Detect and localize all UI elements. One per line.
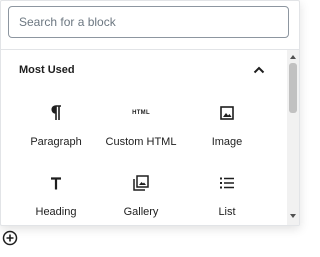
heading-icon	[41, 172, 71, 194]
list-icon	[212, 172, 242, 194]
block-search-input[interactable]	[8, 6, 289, 38]
paragraph-icon	[41, 102, 71, 124]
section-title: Most Used	[19, 64, 75, 76]
block-item-custom-html[interactable]: HTML Custom HTML	[96, 94, 186, 156]
block-item-image[interactable]: Image	[182, 94, 272, 156]
block-label: Image	[211, 136, 243, 148]
block-label: Paragraph	[30, 136, 82, 148]
custom-html-icon: HTML	[126, 102, 156, 124]
most-used-section-toggle[interactable]: Most Used	[1, 50, 287, 90]
add-block-button[interactable]	[2, 230, 18, 246]
block-label: Gallery	[123, 206, 159, 218]
scroll-thumb[interactable]	[289, 63, 297, 113]
block-inserter-popover: Most Used Paragraph HTML Custom HTML	[0, 0, 300, 226]
scrollbar[interactable]	[287, 50, 299, 225]
html-glyph: HTML	[132, 110, 150, 116]
block-item-paragraph[interactable]: Paragraph	[11, 94, 101, 156]
gallery-icon	[126, 172, 156, 194]
scroll-down-arrow[interactable]	[287, 211, 299, 221]
block-item-gallery[interactable]: Gallery	[96, 164, 186, 225]
block-label: Custom HTML	[105, 136, 177, 148]
block-list-panel: Most Used Paragraph HTML Custom HTML Ima…	[1, 50, 287, 225]
scroll-up-arrow[interactable]	[287, 52, 299, 62]
block-item-list[interactable]: List	[182, 164, 272, 225]
block-item-heading[interactable]: Heading	[11, 164, 101, 225]
block-label: List	[218, 206, 236, 218]
plus-circle-icon	[2, 230, 18, 246]
block-label: Heading	[35, 206, 77, 218]
chevron-up-icon	[253, 66, 265, 74]
search-container	[8, 6, 289, 38]
image-icon	[212, 102, 242, 124]
